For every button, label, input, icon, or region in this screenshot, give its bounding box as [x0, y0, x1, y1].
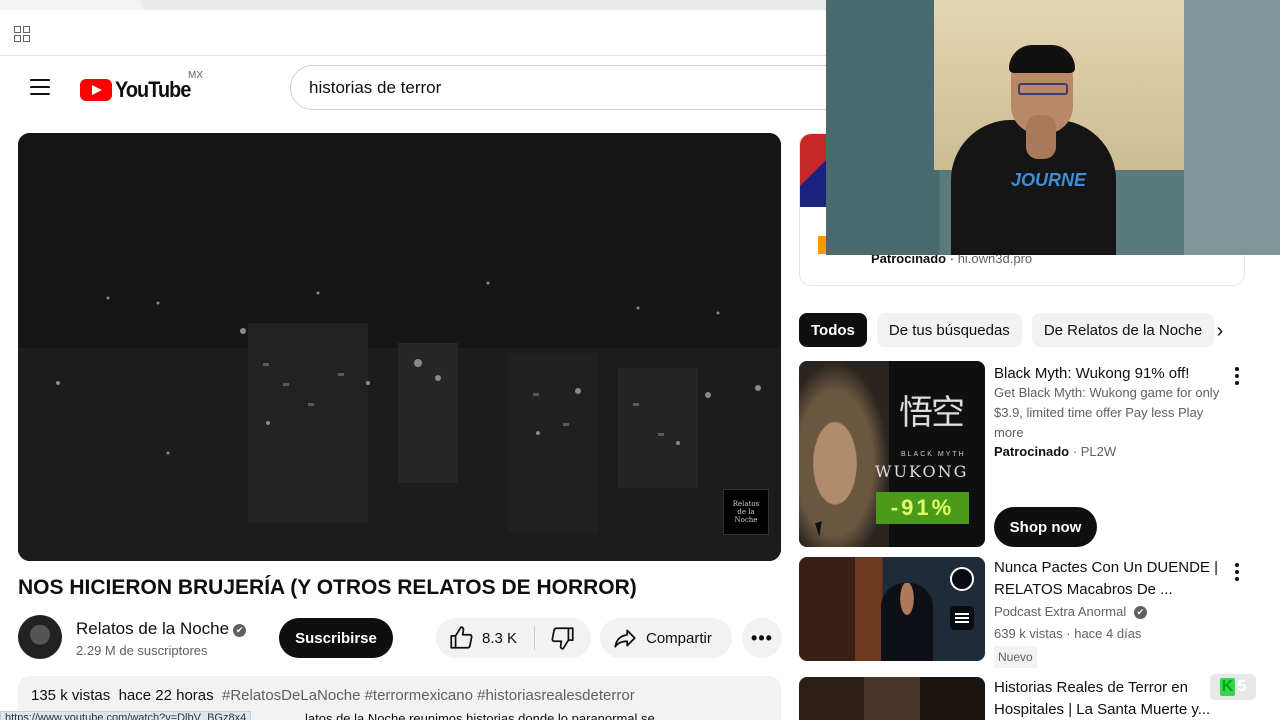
overlay-number: 5 — [1237, 678, 1247, 695]
k-logo-icon: K — [1219, 678, 1236, 696]
discount-badge: -91% — [876, 492, 969, 524]
streamer-hand — [1026, 115, 1056, 159]
video-title-rec[interactable]: Historias Reales de Terror en Hospitales… — [994, 677, 1224, 720]
thumbs-up-icon — [450, 626, 473, 649]
rec-channel-name[interactable]: Podcast Extra Anormal — [994, 604, 1126, 619]
rec-channel-line[interactable]: Podcast Extra Anormal ✔ — [994, 602, 1224, 622]
channel-avatar[interactable] — [18, 615, 62, 659]
webcam-background-wall — [1184, 0, 1280, 255]
browser-status-url: https://www.youtube.com/watch?v=DlbV_BGz… — [0, 711, 252, 720]
wukong-subtitle: BLACK MYTH — [901, 451, 966, 458]
subscribe-button[interactable]: Suscribirse — [279, 618, 393, 658]
more-actions-button[interactable]: ••• — [742, 618, 782, 658]
video-frame-city-night — [18, 133, 781, 561]
youtube-play-icon — [80, 79, 112, 101]
video-thumbnail[interactable] — [799, 677, 985, 720]
chip-de-relatos-de-la-noche[interactable]: De Relatos de la Noche — [1031, 313, 1215, 347]
new-badge: Nuevo — [994, 646, 1037, 668]
view-count: 135 k vistas — [31, 687, 111, 704]
streamer-glasses — [1018, 83, 1068, 95]
browser-address-bar[interactable] — [140, 0, 840, 10]
chevron-right-icon[interactable]: › — [1208, 318, 1232, 344]
rec-age: hace 4 días — [1074, 626, 1142, 641]
verified-badge-icon: ✔ — [233, 624, 247, 637]
chip-todos[interactable]: Todos — [799, 313, 867, 347]
streamer-hair — [1009, 45, 1075, 73]
watch-later-clock-icon[interactable] — [950, 567, 974, 591]
search-input[interactable]: historias de terror — [290, 65, 850, 110]
ad-description: Get Black Myth: Wukong game for only $3.… — [994, 385, 1220, 440]
chip-de-tus-busquedas[interactable]: De tus búsquedas — [876, 313, 1022, 347]
verified-badge-icon: ✔ — [1133, 606, 1147, 619]
thumbnail-person — [881, 583, 933, 661]
page-root: YouTube MX historias de terror Relatos d… — [0, 0, 1280, 720]
channel-watermark-logo[interactable]: Relatos de la Noche — [723, 489, 769, 535]
thumbs-down-icon — [551, 627, 574, 650]
apps-grid-icon[interactable] — [14, 26, 30, 42]
rec-more-options-icon[interactable] — [1229, 561, 1245, 583]
webcam-overlay: JOURNE — [826, 0, 1280, 255]
like-button[interactable]: 8.3 K — [436, 618, 534, 658]
filter-chips: Todos De tus búsquedas De Relatos de la … — [799, 313, 1240, 349]
wukong-thumbnail[interactable]: 悟空 BLACK MYTH WUKONG -91% — [799, 361, 985, 547]
youtube-logo[interactable]: YouTube — [80, 77, 199, 103]
rec-badge-row: Nuevo — [994, 646, 1224, 668]
rec-stats: 639 k vistas · hace 4 días — [994, 626, 1142, 641]
country-code: MX — [188, 70, 203, 81]
shirt-logo: JOURNE — [1011, 170, 1087, 190]
recommendation-video[interactable]: Historias Reales de Terror en Hospitales… — [799, 677, 1259, 720]
upload-age: hace 22 horas — [118, 687, 214, 704]
ad-more-options-icon[interactable] — [1229, 365, 1245, 387]
video-thumbnail[interactable] — [799, 557, 985, 661]
like-count: 8.3 K — [482, 629, 518, 647]
ad-sponsor-row: Patrocinado · PL2W — [994, 444, 1117, 459]
description-text: latos de la Noche reunimos historias don… — [305, 711, 655, 720]
ad-title[interactable]: Black Myth: Wukong 91% off! — [994, 363, 1224, 385]
share-button[interactable]: Compartir — [600, 618, 732, 658]
like-dislike-group: 8.3 K — [436, 618, 591, 658]
wukong-chinese-title: 悟空 — [899, 393, 965, 433]
video-title: NOS HICIERON BRUJERÍA (Y OTROS RELATOS D… — [18, 576, 637, 599]
stream-overlay-badge: K 5 — [1210, 674, 1256, 700]
recommendation-video[interactable]: Nunca Pactes Con Un DUENDE | RELATOS Mac… — [799, 557, 1259, 668]
share-label: Compartir — [646, 629, 712, 647]
recommendation-ad-wukong[interactable]: 悟空 BLACK MYTH WUKONG -91% Black Myth: Wu… — [799, 361, 1259, 549]
youtube-logo-text: YouTube — [115, 77, 191, 102]
ad-advertiser-logo — [818, 236, 826, 254]
video-title-rec[interactable]: Nunca Pactes Con Un DUENDE | RELATOS Mac… — [994, 557, 1224, 601]
ad-advertiser: PL2W — [1080, 444, 1117, 459]
add-to-queue-icon[interactable] — [950, 606, 974, 630]
channel-name[interactable]: Relatos de la Noche — [76, 619, 229, 638]
hashtags[interactable]: #RelatosDeLaNoche #terrormexicano #histo… — [222, 687, 635, 704]
video-player[interactable]: Relatos de la Noche — [18, 133, 781, 561]
share-arrow-icon — [614, 629, 636, 648]
video-owner-row: Relatos de la Noche ✔ 2.29 M de suscripto… — [18, 614, 798, 662]
subscriber-count: 2.29 M de suscriptores — [76, 643, 208, 658]
rec-views: 639 k vistas — [994, 626, 1063, 641]
wukong-name: WUKONG — [875, 462, 969, 481]
dislike-button[interactable] — [535, 618, 591, 658]
ad-sponsored-label: Patrocinado — [994, 444, 1070, 459]
hamburger-menu-icon[interactable] — [30, 79, 50, 95]
channel-name-line[interactable]: Relatos de la Noche ✔ — [76, 619, 247, 639]
shop-now-button[interactable]: Shop now — [994, 507, 1097, 547]
